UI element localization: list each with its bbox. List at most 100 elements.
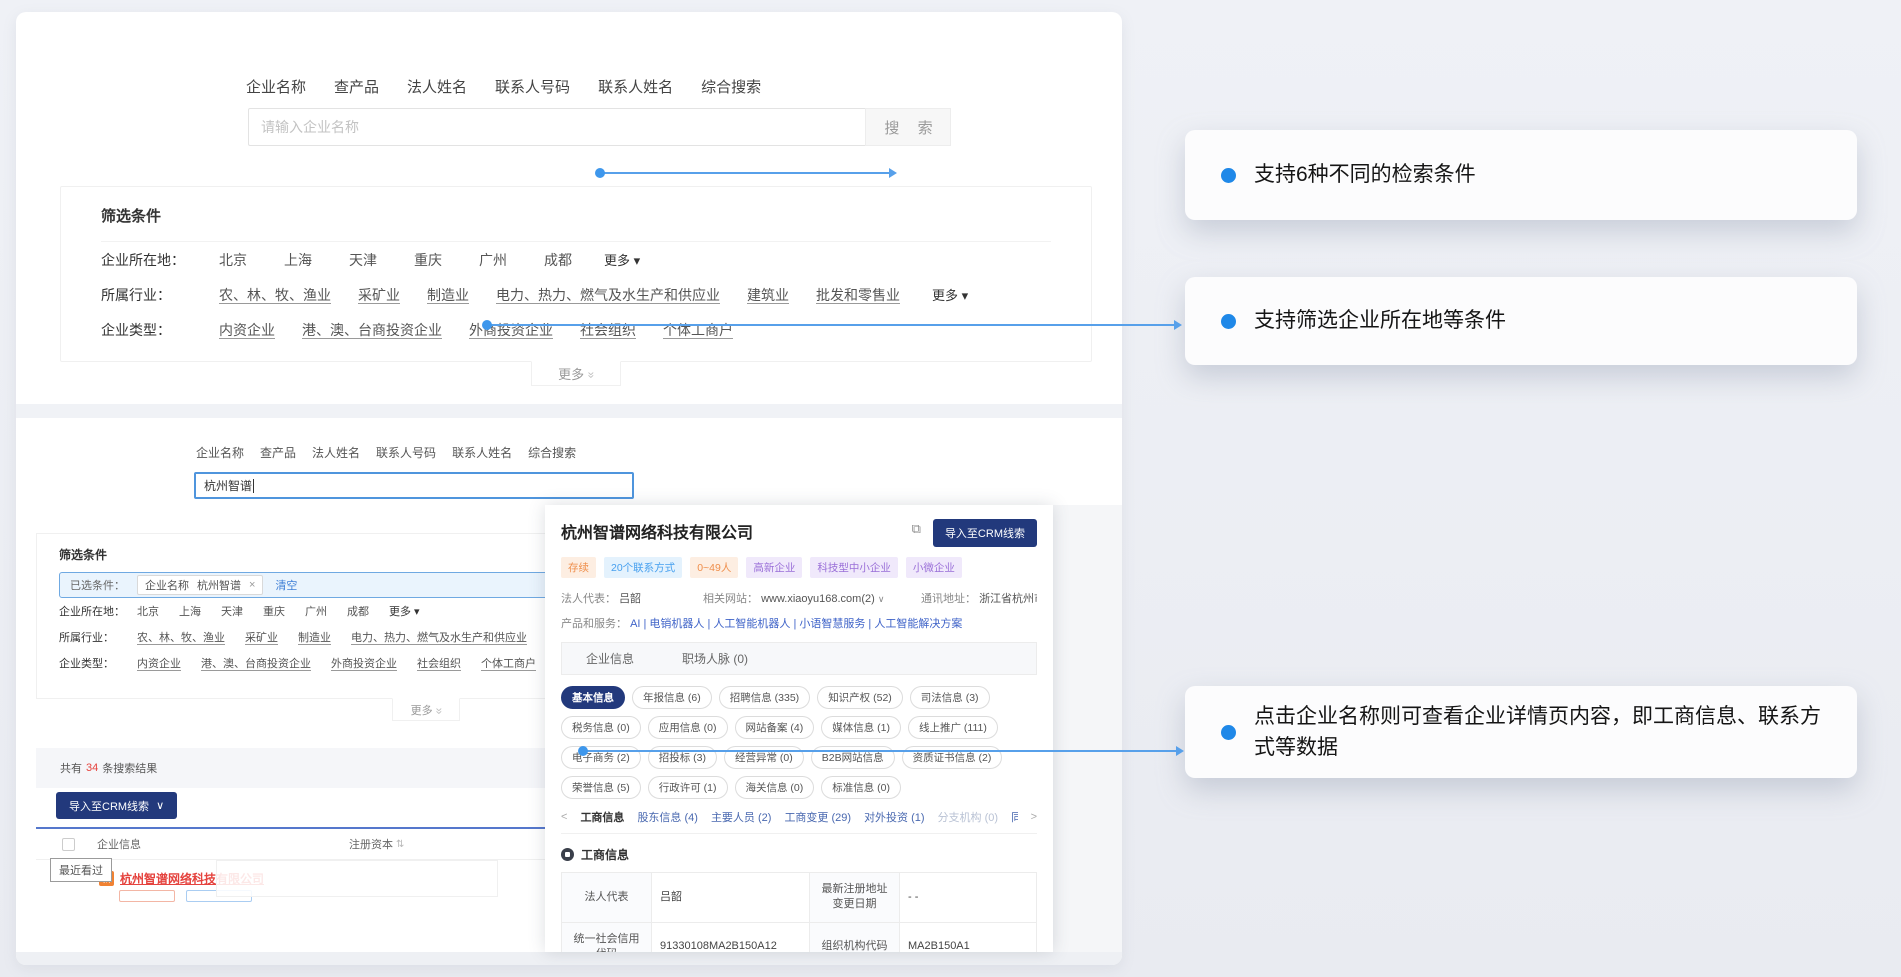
filter-option[interactable]: 农、林、牧、渔业 xyxy=(219,285,331,305)
close-icon[interactable]: × xyxy=(249,579,255,591)
filter-row: 所属行业： 农、林、牧、渔业采矿业制造业电力、热力、燃气及水生产和供应业建筑业批… xyxy=(101,277,1051,312)
info-category-pill[interactable]: 行政许可 (1) xyxy=(648,776,728,799)
section-nav-item[interactable]: 股东信息 (4) xyxy=(637,809,698,825)
info-category-pill[interactable]: 应用信息 (0) xyxy=(648,716,728,739)
mini-search-tab[interactable]: 综合搜索 xyxy=(528,444,576,461)
mini-search-tab[interactable]: 查产品 xyxy=(260,444,296,461)
search-tab[interactable]: 联系人号码 xyxy=(495,68,570,105)
search-tab[interactable]: 企业名称 xyxy=(246,68,306,105)
section-nav-item[interactable]: 工商信息 xyxy=(580,809,624,825)
mini-filter-option[interactable]: 制造业 xyxy=(298,629,331,645)
filter-option[interactable]: 制造业 xyxy=(427,285,469,305)
info-category-pill[interactable]: 司法信息 (3) xyxy=(910,686,990,709)
search-button[interactable]: 搜 索 xyxy=(865,108,951,146)
recently-viewed-tag: 最近看过 xyxy=(50,858,112,882)
text-cursor xyxy=(253,479,254,493)
section-nav-item[interactable]: 工商变更 (29) xyxy=(784,809,851,825)
mini-filter-option[interactable]: 天津 xyxy=(221,603,243,619)
mini-filter-option[interactable]: 内资企业 xyxy=(137,655,181,671)
table-label-cell: 组织机构代码 xyxy=(810,922,900,952)
info-category-pill[interactable]: 荣誉信息 (5) xyxy=(561,776,641,799)
mini-company-search-input[interactable]: 杭州智谱 xyxy=(194,472,634,499)
selected-condition-chip[interactable]: 企业名称 杭州智谱 × xyxy=(137,575,263,595)
info-category-pill[interactable]: 知识产权 (52) xyxy=(817,686,903,709)
info-category-pill[interactable]: 线上推广 (111) xyxy=(908,716,998,739)
annotation-card: 支持筛选企业所在地等条件 xyxy=(1185,277,1857,365)
mini-search-tab[interactable]: 法人姓名 xyxy=(312,444,360,461)
filter-option[interactable]: 上海 xyxy=(284,250,312,270)
business-info-table-body: 法人代表 吕韶 最新注册地址变更日期 - - 统一社会信用代码 91330108… xyxy=(562,873,1037,953)
company-search-input[interactable] xyxy=(248,108,865,146)
mini-filter-option[interactable]: 农、林、牧、渔业 xyxy=(137,629,225,645)
filter-option[interactable]: 个体工商户 xyxy=(663,320,733,340)
mini-filter-option[interactable]: 社会组织 xyxy=(417,655,461,671)
info-category-pill[interactable]: 标准信息 (0) xyxy=(821,776,901,799)
mini-search-tab[interactable]: 联系人号码 xyxy=(376,444,436,461)
filter-more-dropdown[interactable]: 更多 ▾ xyxy=(604,250,640,269)
section-nav-item[interactable]: 分支机构 (0) xyxy=(938,809,999,825)
expand-window-icon[interactable]: ⧉ xyxy=(912,521,921,537)
mini-filter-expand-button[interactable]: 更多 » xyxy=(392,698,460,721)
search-tab[interactable]: 法人姓名 xyxy=(407,68,467,105)
sort-icon[interactable]: ⇅ xyxy=(396,839,404,850)
filter-option[interactable]: 内资企业 xyxy=(219,320,275,340)
filter-option[interactable]: 建筑业 xyxy=(747,285,789,305)
panel-import-to-crm-button[interactable]: 导入至CRM线索 xyxy=(933,519,1037,547)
chevron-down-icon[interactable]: ∨ xyxy=(878,594,885,604)
filter-option[interactable]: 电力、热力、燃气及水生产和供应业 xyxy=(496,285,720,305)
mini-filter-option[interactable]: 外商投资企业 xyxy=(331,655,397,671)
bullet-dot-icon xyxy=(1221,725,1236,740)
nav-left-icon[interactable]: < xyxy=(561,811,567,823)
filter-option[interactable]: 成都 xyxy=(544,250,572,270)
search-tab[interactable]: 联系人姓名 xyxy=(598,68,673,105)
search-tab[interactable]: 综合搜索 xyxy=(701,68,761,105)
mini-filter-option[interactable]: 重庆 xyxy=(263,603,285,619)
search-tab[interactable]: 查产品 xyxy=(334,68,379,105)
section-nav-item[interactable]: 同法人企业 (6) xyxy=(1011,809,1018,825)
products-services-value[interactable]: AI | 电销机器人 | 人工智能机器人 | 小语智慧服务 | 人工智能解决方案 xyxy=(630,618,962,630)
info-category-pill[interactable]: 基本信息 xyxy=(561,686,625,709)
related-website[interactable]: 相关网站： www.xiaoyu168.com(2) ∨ xyxy=(703,590,921,606)
select-all-checkbox[interactable] xyxy=(62,838,75,851)
table-value-cell: 吕韶 xyxy=(652,873,810,923)
mini-search-tab[interactable]: 联系人姓名 xyxy=(452,444,512,461)
filter-option[interactable]: 天津 xyxy=(349,250,377,270)
filter-expand-button[interactable]: 更多 » xyxy=(531,361,621,386)
company-panel-tab[interactable]: 企业信息 xyxy=(562,643,658,674)
mini-filter-option[interactable]: 港、澳、台商投资企业 xyxy=(201,655,311,671)
annotation-text: 点击企业名称则可查看企业详情页内容，即工商信息、联系方式等数据 xyxy=(1254,701,1821,764)
filter-option[interactable]: 采矿业 xyxy=(358,285,400,305)
mini-filter-option[interactable]: 北京 xyxy=(137,603,159,619)
filter-option[interactable]: 港、澳、台商投资企业 xyxy=(302,320,442,340)
info-category-pill[interactable]: 年报信息 (6) xyxy=(632,686,712,709)
card-bottom-strip xyxy=(16,952,1122,965)
company-panel-tab[interactable]: 职场人脉 (0) xyxy=(658,643,772,674)
info-category-pill[interactable]: 海关信息 (0) xyxy=(735,776,815,799)
info-category-pill[interactable]: 税务信息 (0) xyxy=(561,716,641,739)
filter-option[interactable]: 重庆 xyxy=(414,250,442,270)
filter-option[interactable]: 批发和零售业 xyxy=(816,285,900,305)
mini-filter-option[interactable]: 上海 xyxy=(179,603,201,619)
mini-filter-option[interactable]: 广州 xyxy=(305,603,327,619)
filter-option[interactable]: 社会组织 xyxy=(580,320,636,340)
column-registered-capital[interactable]: 注册资本 ⇅ xyxy=(349,836,404,852)
clear-conditions-link[interactable]: 清空 xyxy=(275,577,297,593)
mini-filter-option[interactable]: 采矿业 xyxy=(245,629,278,645)
filter-option[interactable]: 广州 xyxy=(479,250,507,270)
mini-search-tab[interactable]: 企业名称 xyxy=(196,444,244,461)
info-category-pill[interactable]: 招聘信息 (335) xyxy=(719,686,810,709)
mini-filter-more-dropdown[interactable]: 更多 ▾ xyxy=(389,603,420,619)
mini-filter-option[interactable]: 电力、热力、燃气及水生产和供应业 xyxy=(351,629,527,645)
nav-right-icon[interactable]: > xyxy=(1031,811,1037,823)
section-nav-item[interactable]: 对外投资 (1) xyxy=(864,809,925,825)
info-category-pill[interactable]: 媒体信息 (1) xyxy=(821,716,901,739)
section-nav-item[interactable]: 主要人员 (2) xyxy=(711,809,772,825)
import-to-crm-button[interactable]: 导入至CRM线索 ∨ xyxy=(56,792,177,819)
filter-more-dropdown[interactable]: 更多 ▾ xyxy=(932,285,968,304)
filter-option[interactable]: 北京 xyxy=(219,250,247,270)
company-tag: 0~49人 xyxy=(690,557,738,578)
mini-filter-option[interactable]: 成都 xyxy=(347,603,369,619)
info-category-pill[interactable]: 网站备案 (4) xyxy=(735,716,815,739)
related-website-value[interactable]: www.xiaoyu168.com(2) xyxy=(761,593,875,605)
mini-filter-option[interactable]: 个体工商户 xyxy=(481,655,536,671)
